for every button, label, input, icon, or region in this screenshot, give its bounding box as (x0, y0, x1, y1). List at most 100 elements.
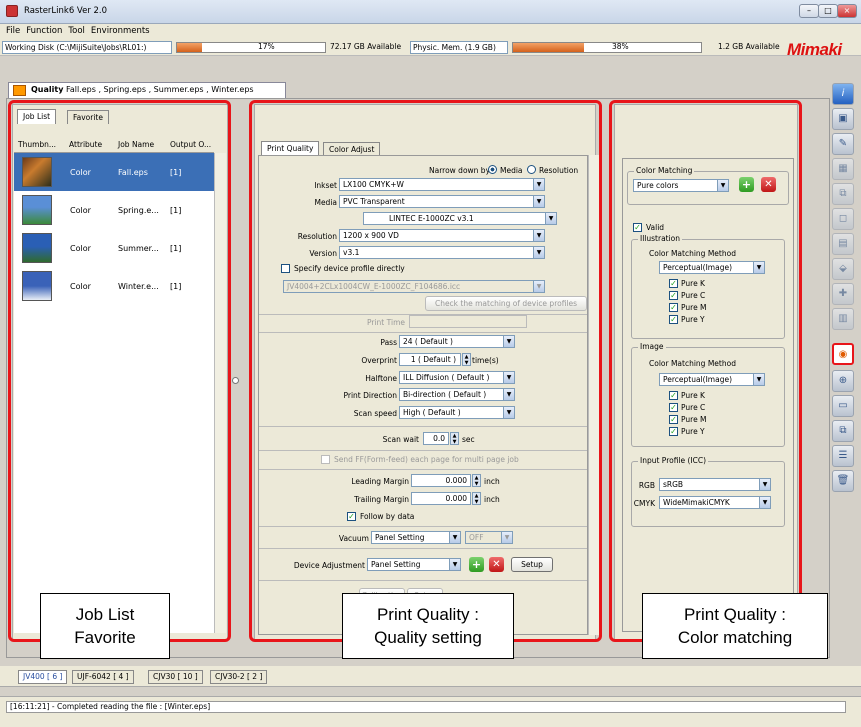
table-row[interactable]: Color Summer... [1] (14, 229, 214, 267)
img-pure-m-checkbox[interactable]: ✓ (669, 415, 678, 424)
version-select[interactable]: v3.1 ▼ (339, 246, 545, 259)
rgb-select[interactable]: sRGB ▼ (659, 478, 771, 491)
printer-tab-cjv30[interactable]: CJV30 [ 10 ] (148, 670, 203, 684)
copy-tool-icon[interactable]: ⧉ (832, 183, 854, 205)
add-icon[interactable]: + (739, 177, 754, 192)
image-method-value: Perceptual(Image) (663, 375, 733, 384)
trailing-margin-spinner[interactable]: ▲ ▼ (472, 492, 481, 505)
add-icon[interactable]: + (469, 557, 484, 572)
col-job-name[interactable]: Job Name (118, 140, 154, 149)
info-icon[interactable]: i (832, 83, 854, 105)
printer-tab-cjv30-2[interactable]: CJV30-2 [ 2 ] (210, 670, 268, 684)
img-pure-c-checkbox[interactable]: ✓ (669, 403, 678, 412)
image-method-select[interactable]: Perceptual(Image) ▼ (659, 373, 765, 386)
splitter[interactable] (0, 686, 861, 696)
halftone-select[interactable]: ILL Diffusion ( Default ) ▼ (399, 371, 515, 384)
profile-value: JV4004+2CLx1004CW_E-1000ZC_F104686.icc (287, 282, 461, 291)
illustration-method-select[interactable]: Perceptual(Image) ▼ (659, 261, 765, 274)
cmyk-select[interactable]: WideMimakiCMYK ▼ (659, 496, 771, 509)
scan-speed-select[interactable]: High ( Default ) ▼ (399, 406, 515, 419)
col-attribute[interactable]: Attribute (69, 140, 102, 149)
ill-pure-c-checkbox[interactable]: ✓ (669, 291, 678, 300)
vacuum-select[interactable]: Panel Setting ▼ (371, 531, 461, 544)
print-direction-select[interactable]: Bi-direction ( Default ) ▼ (399, 388, 515, 401)
table-row[interactable]: Color Winter.e... [1] (14, 267, 214, 305)
table-row[interactable]: Color Fall.eps [1] (14, 153, 214, 191)
scan-wait-spinner[interactable]: ▲ ▼ (450, 432, 459, 445)
menu-function[interactable]: Function (26, 26, 62, 36)
col-thumbnail[interactable]: Thumbn... (18, 140, 56, 149)
divider (259, 426, 587, 427)
col-output[interactable]: Output O... (170, 140, 211, 149)
form-feed-checkbox[interactable] (321, 455, 330, 464)
img-pure-y-checkbox[interactable]: ✓ (669, 427, 678, 436)
leading-margin-field[interactable]: 0.000 (411, 474, 471, 487)
edit-tool-icon[interactable]: ✎ (832, 133, 854, 155)
leading-margin-spinner[interactable]: ▲ ▼ (472, 474, 481, 487)
job-tool-icon[interactable]: ▣ (832, 108, 854, 130)
pass-select[interactable]: 24 ( Default ) ▼ (399, 335, 515, 348)
quality-doc-tab[interactable]: Quality Fall.eps , Spring.eps , Summer.e… (8, 82, 286, 98)
tab-print-quality[interactable]: Print Quality (261, 141, 320, 156)
overprint-spinner[interactable]: ▲ ▼ (462, 353, 471, 366)
layout-tool-icon[interactable]: ▦ (832, 158, 854, 180)
trailing-margin-field[interactable]: 0.000 (411, 492, 471, 505)
target-tool-icon[interactable]: ⊕ (832, 370, 854, 392)
resolution-select[interactable]: 1200 x 900 VD ▼ (339, 229, 545, 242)
device-adjustment-select[interactable]: Panel Setting ▼ (367, 558, 461, 571)
duplicate-tool-icon[interactable]: ⧉ (832, 420, 854, 442)
menu-file[interactable]: File (6, 26, 20, 36)
trash-icon[interactable]: 🗑 (832, 470, 854, 492)
tab-favorite[interactable]: Favorite (67, 110, 109, 124)
splitter-handle[interactable] (232, 377, 239, 384)
maximize-button[interactable]: □ (818, 4, 838, 18)
color-matching-select[interactable]: Pure colors ▼ (633, 179, 729, 192)
tab-job-list[interactable]: Job List (17, 109, 57, 124)
ill-pure-m-checkbox[interactable]: ✓ (669, 303, 678, 312)
tab-color-adjust[interactable]: Color Adjust (323, 142, 381, 156)
delete-icon[interactable]: ✕ (489, 557, 504, 572)
table-row[interactable]: Color Spring.e... [1] (14, 191, 214, 229)
menu-tool[interactable]: Tool (68, 26, 85, 36)
row-attribute: Color (70, 206, 91, 215)
radio-media[interactable] (488, 165, 497, 174)
color-matching-title: Color Matching (634, 166, 695, 175)
setup-button[interactable]: Setup (511, 557, 553, 572)
printer-tab-ujf6042[interactable]: UJF-6042 [ 4 ] (72, 670, 134, 684)
check-matching-button[interactable]: Check the matching of device profiles (425, 296, 587, 311)
quality-scrollbar[interactable] (588, 155, 600, 635)
resolution-label: Resolution (297, 232, 337, 241)
img-pure-k-checkbox[interactable]: ✓ (669, 391, 678, 400)
inkset-select[interactable]: LX100 CMYK+W ▼ (339, 178, 545, 191)
vacuum-off-select[interactable]: OFF ▼ (465, 531, 513, 544)
ill-pure-y-checkbox[interactable]: ✓ (669, 315, 678, 324)
minimize-button[interactable]: – (799, 4, 819, 18)
caption-line: Color matching (677, 628, 793, 647)
specify-profile-checkbox[interactable] (281, 264, 290, 273)
profile-select[interactable]: JV4004+2CLx1004CW_E-1000ZC_F104686.icc ▼ (283, 280, 545, 293)
printer-tab-jv400[interactable]: JV400 [ 6 ] (18, 670, 68, 684)
overprint-field[interactable]: 1 ( Default ) (399, 353, 461, 366)
properties-tool-icon[interactable]: ☰ (832, 445, 854, 467)
window-title: RasterLink6 Ver 2.0 (24, 6, 108, 16)
media-sub-select[interactable]: LINTEC E-1000ZC v3.1 ▼ (363, 212, 557, 225)
scan-wait-field[interactable]: 0.0 (423, 432, 449, 445)
valid-checkbox[interactable]: ✓ (633, 223, 642, 232)
tile-tool-icon[interactable]: ▤ (832, 233, 854, 255)
close-button[interactable]: × (837, 4, 857, 18)
joblist-scrollbar[interactable] (214, 153, 226, 633)
ill-pure-k-checkbox[interactable]: ✓ (669, 279, 678, 288)
chevron-down-icon: ▼ (753, 374, 764, 385)
quality-tool-icon[interactable]: ◉ (832, 343, 854, 365)
menu-environments[interactable]: Environments (91, 26, 150, 36)
image-tool-icon[interactable]: ▥ (832, 308, 854, 330)
media-select[interactable]: PVC Transparent ▼ (339, 195, 545, 208)
color-tool-icon[interactable]: ⬙ (832, 258, 854, 280)
delete-icon[interactable]: ✕ (761, 177, 776, 192)
print-tool-icon[interactable]: ▭ (832, 395, 854, 417)
crop-tool-icon[interactable]: ◻ (832, 208, 854, 230)
follow-data-checkbox[interactable]: ✓ (347, 512, 356, 521)
trim-tool-icon[interactable]: ✚ (832, 283, 854, 305)
media-sub-value: LINTEC E-1000ZC v3.1 (389, 214, 474, 223)
radio-resolution[interactable] (527, 165, 536, 174)
